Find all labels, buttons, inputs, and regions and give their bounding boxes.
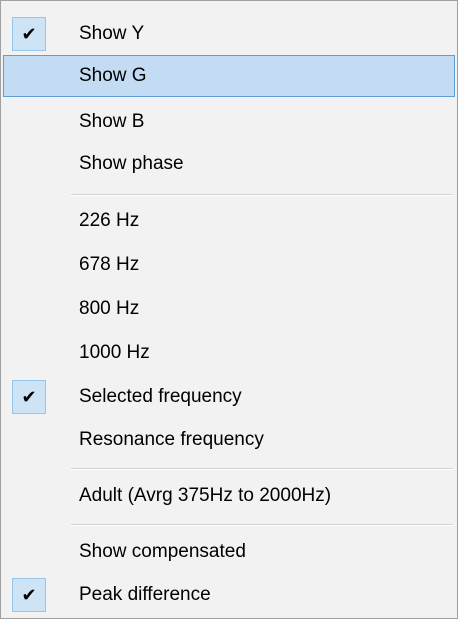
menu-item-label: 1000 Hz: [79, 342, 150, 363]
menu-item-label: Show G: [79, 65, 147, 86]
menu-item-label: Resonance frequency: [79, 429, 264, 450]
menu-separator: [71, 468, 453, 470]
menu-item-800-hz[interactable]: 800 Hz: [3, 290, 455, 328]
menu-item-label: Selected frequency: [79, 386, 242, 407]
menu-item-label: Show compensated: [79, 541, 246, 562]
menu-item-label: Adult (Avrg 375Hz to 2000Hz): [79, 485, 332, 506]
menu-item-label: 226 Hz: [79, 210, 140, 231]
menu-item-resonance-frequency[interactable]: Resonance frequency: [3, 421, 455, 459]
menu-separator: [71, 194, 453, 196]
menu-separator: [71, 524, 453, 526]
menu-item-label: Show phase: [79, 153, 184, 174]
checkmark-icon: ✔: [12, 380, 46, 414]
checkmark-icon: ✔: [12, 17, 46, 51]
menu-item-show-b[interactable]: Show B: [3, 103, 455, 141]
menu-item-label: 678 Hz: [79, 254, 140, 275]
menu-item-label: Show B: [79, 111, 145, 132]
menu-item-label: 800 Hz: [79, 298, 140, 319]
menu-item-1000-hz[interactable]: 1000 Hz: [3, 334, 455, 372]
menu-item-226-hz[interactable]: 226 Hz: [3, 202, 455, 240]
menu-item-show-compensated[interactable]: Show compensated: [3, 533, 455, 571]
context-menu: ✔ Show Y Show G Show B Show phase 226 Hz…: [0, 0, 458, 619]
checkmark-icon: ✔: [12, 578, 46, 612]
menu-item-show-y[interactable]: ✔ Show Y: [3, 15, 455, 53]
menu-item-selected-frequency[interactable]: ✔ Selected frequency: [3, 378, 455, 416]
menu-item-label: Show Y: [79, 23, 145, 44]
menu-item-peak-difference[interactable]: ✔ Peak difference: [3, 576, 455, 614]
menu-item-label: Peak difference: [79, 584, 211, 605]
menu-item-adult-average[interactable]: Adult (Avrg 375Hz to 2000Hz): [3, 476, 455, 516]
menu-item-show-g[interactable]: Show G: [3, 55, 455, 97]
menu-item-678-hz[interactable]: 678 Hz: [3, 246, 455, 284]
menu-item-show-phase[interactable]: Show phase: [3, 145, 455, 183]
